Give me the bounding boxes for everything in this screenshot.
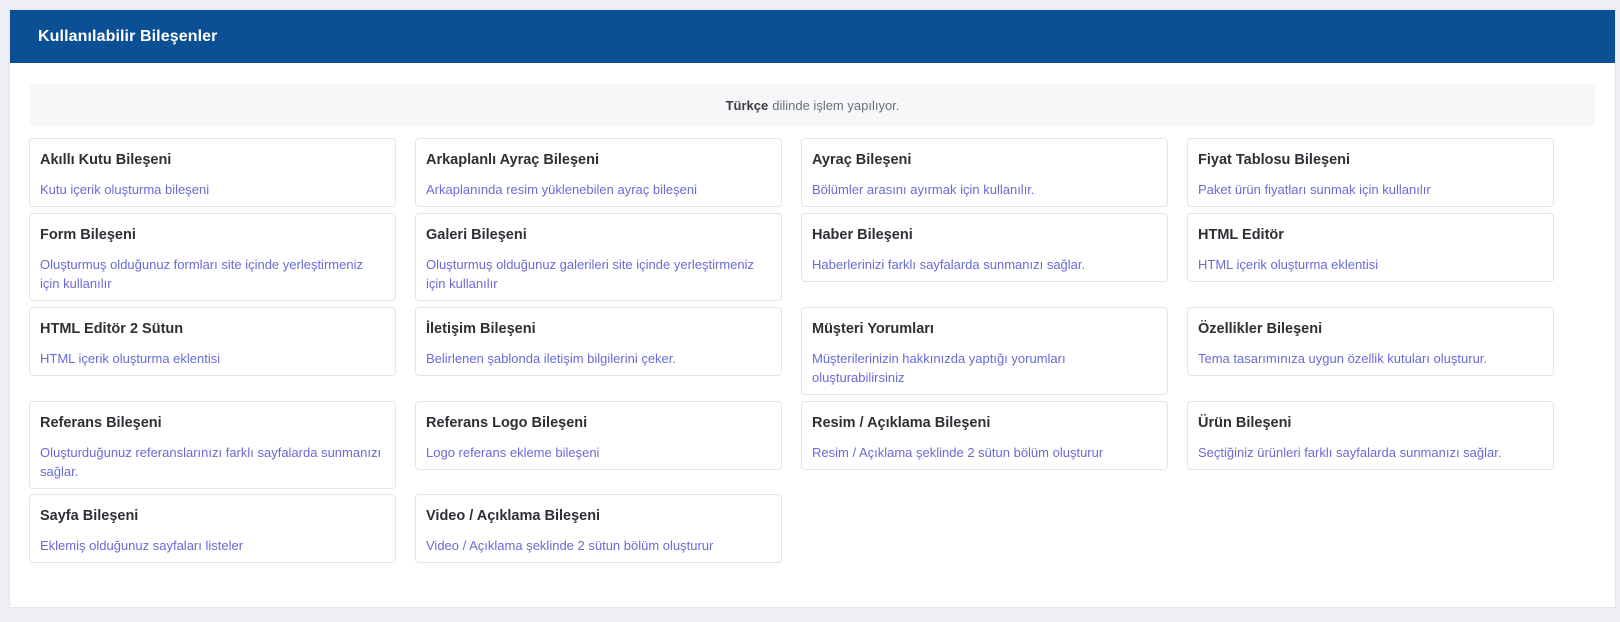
component-card-sayfa[interactable]: Sayfa Bileşeni Eklemiş olduğunuz sayfala… — [29, 494, 396, 563]
panel-header: Kullanılabilir Bileşenler — [10, 10, 1615, 63]
component-title: Akıllı Kutu Bileşeni — [40, 152, 172, 168]
component-title: Haber Bileşeni — [812, 227, 913, 243]
component-title: Özellikler Bileşeni — [1198, 321, 1323, 337]
component-title: Resim / Açıklama Bileşeni — [812, 415, 991, 431]
component-description: Müşterilerinizin hakkınızda yaptığı yoru… — [812, 351, 1066, 385]
component-title: Form Bileşeni — [40, 227, 136, 243]
component-title: Fiyat Tablosu Bileşeni — [1198, 152, 1351, 168]
component-card-iletisim[interactable]: İletişim Bileşeni Belirlenen şablonda il… — [415, 307, 782, 376]
component-card-musteri-yorumlari[interactable]: Müşteri Yorumları Müşterilerinizin hakkı… — [801, 307, 1168, 395]
component-description: Belirlenen şablonda iletişim bilgilerini… — [426, 351, 677, 366]
component-card-urun[interactable]: Ürün Bileşeni Seçtiğiniz ürünleri farklı… — [1187, 401, 1554, 470]
component-description: Paket ürün fiyatları sunmak için kullanı… — [1198, 182, 1431, 197]
component-card-fiyat-tablosu[interactable]: Fiyat Tablosu Bileşeni Paket ürün fiyatl… — [1187, 138, 1554, 207]
component-card-form[interactable]: Form Bileşeni Oluşturmuş olduğunuz forml… — [29, 213, 396, 301]
component-description: HTML içerik oluşturma eklentisi — [1198, 257, 1379, 272]
component-card-ayrac[interactable]: Ayraç Bileşeni Bölümler arasını ayırmak … — [801, 138, 1168, 207]
components-panel: Kullanılabilir Bileşenler Türkçe dilinde… — [9, 9, 1616, 608]
component-card-akilli-kutu[interactable]: Akıllı Kutu Bileşeni Kutu içerik oluştur… — [29, 138, 396, 207]
component-title: Sayfa Bileşeni — [40, 508, 139, 524]
component-description: Oluşturduğunuz referanslarınızı farklı s… — [40, 445, 382, 479]
component-card-arkaplanli-ayrac[interactable]: Arkaplanlı Ayraç Bileşeni Arkaplanında r… — [415, 138, 782, 207]
component-card-html-editor[interactable]: HTML Editör HTML içerik oluşturma eklent… — [1187, 213, 1554, 282]
component-description: Logo referans ekleme bileşeni — [426, 445, 600, 460]
component-description: Arkaplanında resim yüklenebilen ayraç bi… — [426, 182, 697, 197]
component-description: Kutu içerik oluşturma bileşeni — [40, 182, 210, 197]
component-description: Oluşturmuş olduğunuz formları site içind… — [40, 257, 363, 291]
component-card-ozellikler[interactable]: Özellikler Bileşeni Tema tasarımınıza uy… — [1187, 307, 1554, 376]
component-title: HTML Editör — [1198, 227, 1284, 243]
component-description: Resim / Açıklama şeklinde 2 sütun bölüm … — [812, 445, 1104, 460]
component-title: Ayraç Bileşeni — [812, 152, 912, 168]
component-description: Video / Açıklama şeklinde 2 sütun bölüm … — [426, 538, 714, 553]
language-notice: Türkçe dilinde işlem yapılıyor. — [30, 84, 1595, 126]
component-description: Tema tasarımınıza uygun özellik kutuları… — [1198, 351, 1488, 366]
language-name: Türkçe — [725, 97, 769, 113]
component-title: Arkaplanlı Ayraç Bileşeni — [426, 152, 600, 168]
component-title: Referans Bileşeni — [40, 415, 162, 431]
component-title: Video / Açıklama Bileşeni — [426, 508, 601, 524]
component-description: Oluşturmuş olduğunuz galerileri site içi… — [426, 257, 755, 291]
component-title: Referans Logo Bileşeni — [426, 415, 588, 431]
component-title: Galeri Bileşeni — [426, 227, 527, 243]
component-description: Haberlerinizi farklı sayfalarda sunmanız… — [812, 257, 1086, 272]
component-title: Ürün Bileşeni — [1198, 415, 1292, 431]
component-card-haber[interactable]: Haber Bileşeni Haberlerinizi farklı sayf… — [801, 213, 1168, 282]
component-description: Eklemiş olduğunuz sayfaları listeler — [40, 538, 244, 553]
component-card-referans[interactable]: Referans Bileşeni Oluşturduğunuz referan… — [29, 401, 396, 489]
component-description: Bölümler arasını ayırmak için kullanılır… — [812, 182, 1035, 197]
language-notice-text: dilinde işlem yapılıyor. — [772, 97, 900, 113]
component-card-resim-aciklama[interactable]: Resim / Açıklama Bileşeni Resim / Açıkla… — [801, 401, 1168, 470]
component-title: HTML Editör 2 Sütun — [40, 321, 184, 337]
component-description: HTML içerik oluşturma eklentisi — [40, 351, 221, 366]
component-title: İletişim Bileşeni — [426, 321, 536, 337]
component-card-video-aciklama[interactable]: Video / Açıklama Bileşeni Video / Açıkla… — [415, 494, 782, 563]
component-description: Seçtiğiniz ürünleri farklı sayfalarda su… — [1198, 445, 1502, 460]
component-title: Müşteri Yorumları — [812, 321, 934, 337]
panel-title: Kullanılabilir Bileşenler — [38, 27, 218, 45]
component-card-referans-logo[interactable]: Referans Logo Bileşeni Logo referans ekl… — [415, 401, 782, 470]
component-card-html-editor-2-sutun[interactable]: HTML Editör 2 Sütun HTML içerik oluşturm… — [29, 307, 396, 376]
component-card-galeri[interactable]: Galeri Bileşeni Oluşturmuş olduğunuz gal… — [415, 213, 782, 301]
